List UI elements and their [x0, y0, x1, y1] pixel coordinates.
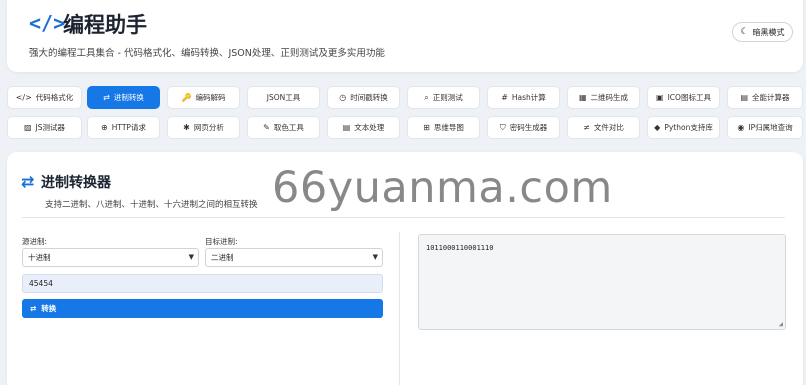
- tab-17[interactable]: ⛉ 密码生成器: [487, 116, 560, 139]
- not-equal-icon: ≠: [583, 123, 590, 132]
- app-subtitle: 强大的编程工具集合 - 代码格式化、编码转换、JSON处理、正则测试及更多实用功…: [29, 48, 385, 59]
- tab-label: 网页分析: [193, 123, 224, 132]
- tab-7[interactable]: # Hash计算: [487, 86, 560, 109]
- app-title: 编程助手: [63, 13, 147, 37]
- js-icon: ▨: [23, 123, 32, 132]
- watermark: 66yuanma.com: [272, 163, 613, 213]
- hash-icon: #: [501, 93, 508, 102]
- chevron-down-icon: ▼: [372, 253, 378, 261]
- tab-label: 二维码生成: [590, 93, 629, 102]
- tab-3[interactable]: 🔑 编码解码: [167, 86, 240, 109]
- file-text-icon: ▤: [342, 123, 351, 132]
- tab-5[interactable]: ◷ 时间戳转换: [327, 86, 400, 109]
- tab-14[interactable]: ✎ 取色工具: [247, 116, 320, 139]
- tab-label: 文本处理: [354, 123, 385, 132]
- tab-11[interactable]: ▨ JS测试器: [7, 116, 82, 139]
- tab-6[interactable]: ⌕ 正则测试: [407, 86, 480, 109]
- code-logo-icon: </>: [29, 11, 66, 35]
- sitemap-icon: ⊞: [423, 123, 430, 132]
- result-output[interactable]: 1011000110001110 ◢: [418, 234, 786, 330]
- tab-12[interactable]: ⊕ HTTP请求: [87, 116, 160, 139]
- image-icon: ▣: [656, 93, 664, 102]
- tab-9[interactable]: ▣ ICO图标工具: [647, 86, 720, 109]
- divider: [22, 217, 785, 218]
- tab-label: 取色工具: [273, 123, 304, 132]
- tab-label: JSON工具: [266, 93, 301, 102]
- tab-label: 编码解码: [195, 93, 226, 102]
- tab-19[interactable]: ◆ Python支持库: [647, 116, 720, 139]
- bug-icon: ✱: [183, 123, 190, 132]
- result-text: 1011000110001110: [426, 244, 494, 252]
- source-base-select[interactable]: 十进制 ▼: [22, 248, 199, 267]
- tab-label: 全能计算器: [752, 93, 790, 102]
- tab-15[interactable]: ▤ 文本处理: [327, 116, 400, 139]
- tab-label: 文件对比: [593, 123, 624, 132]
- moon-icon: ☾: [740, 27, 749, 37]
- target-base-label: 目标进制:: [205, 237, 238, 246]
- eyedropper-icon: ✎: [263, 123, 270, 132]
- dark-mode-button[interactable]: ☾ 暗黑模式: [732, 22, 793, 42]
- calculator-icon: ▤: [740, 93, 749, 102]
- location-icon: ◉: [737, 123, 745, 132]
- chevron-down-icon: ▼: [188, 253, 194, 261]
- source-base-label: 源进制:: [22, 237, 48, 246]
- target-base-select[interactable]: 二进制 ▼: [205, 248, 383, 267]
- tab-label: 代码格式化: [35, 93, 74, 102]
- key-icon: 🔑: [181, 93, 192, 102]
- tab-13[interactable]: ✱ 网页分析: [167, 116, 240, 139]
- tab-1[interactable]: </> 代码格式化: [7, 86, 82, 109]
- globe-icon: ⊕: [101, 123, 108, 132]
- tab-label: ICO图标工具: [667, 93, 711, 102]
- exchange-icon: ⇄: [21, 172, 35, 191]
- python-icon: ◆: [654, 123, 661, 132]
- tab-label: HTTP请求: [111, 123, 146, 132]
- resize-handle-icon[interactable]: ◢: [779, 320, 783, 328]
- dark-mode-label: 暗黑模式: [752, 27, 785, 37]
- panel-description: 支持二进制、八进制、十进制、十六进制之间的相互转换: [45, 200, 258, 210]
- clock-icon: ◷: [339, 93, 347, 102]
- number-input[interactable]: 45454: [22, 274, 383, 293]
- tab-label: JS测试器: [35, 123, 66, 132]
- exchange-icon: ⇄: [103, 93, 110, 102]
- search-icon: ⌕: [424, 92, 429, 102]
- tab-label: 进制转换: [113, 93, 144, 102]
- code-icon: </>: [15, 93, 32, 102]
- tab-16[interactable]: ⊞ 思维导图: [407, 116, 480, 139]
- tab-8[interactable]: ▦ 二维码生成: [567, 86, 640, 109]
- tab-label: 正则测试: [432, 93, 463, 102]
- app-header: </> 编程助手 强大的编程工具集合 - 代码格式化、编码转换、JSON处理、正…: [7, 0, 803, 72]
- tab-20[interactable]: ◉ IP归属地查询: [727, 116, 803, 139]
- vertical-divider: [399, 232, 400, 385]
- tab-10[interactable]: ▤ 全能计算器: [727, 86, 803, 109]
- convert-button-label: 转换: [41, 304, 57, 313]
- exchange-icon: ⇄: [30, 304, 37, 313]
- source-base-value: 十进制: [28, 253, 51, 262]
- tab-label: Hash计算: [511, 93, 546, 102]
- tab-label: 思维导图: [433, 123, 464, 132]
- tab-4[interactable]: JSON工具: [247, 86, 320, 109]
- target-base-value: 二进制: [211, 253, 234, 262]
- panel-title: 进制转换器: [41, 175, 111, 191]
- convert-button[interactable]: ⇄ 转换: [22, 299, 383, 318]
- tab-label: Python支持库: [664, 123, 713, 132]
- tab-label: IP归属地查询: [748, 123, 793, 132]
- qrcode-icon: ▦: [578, 93, 587, 102]
- tab-2[interactable]: ⇄ 进制转换: [87, 86, 160, 109]
- tab-label: 密码生成器: [509, 123, 548, 132]
- tab-18[interactable]: ≠ 文件对比: [567, 116, 640, 139]
- shield-icon: ⛉: [499, 122, 506, 132]
- tab-label: 时间戳转换: [350, 93, 388, 102]
